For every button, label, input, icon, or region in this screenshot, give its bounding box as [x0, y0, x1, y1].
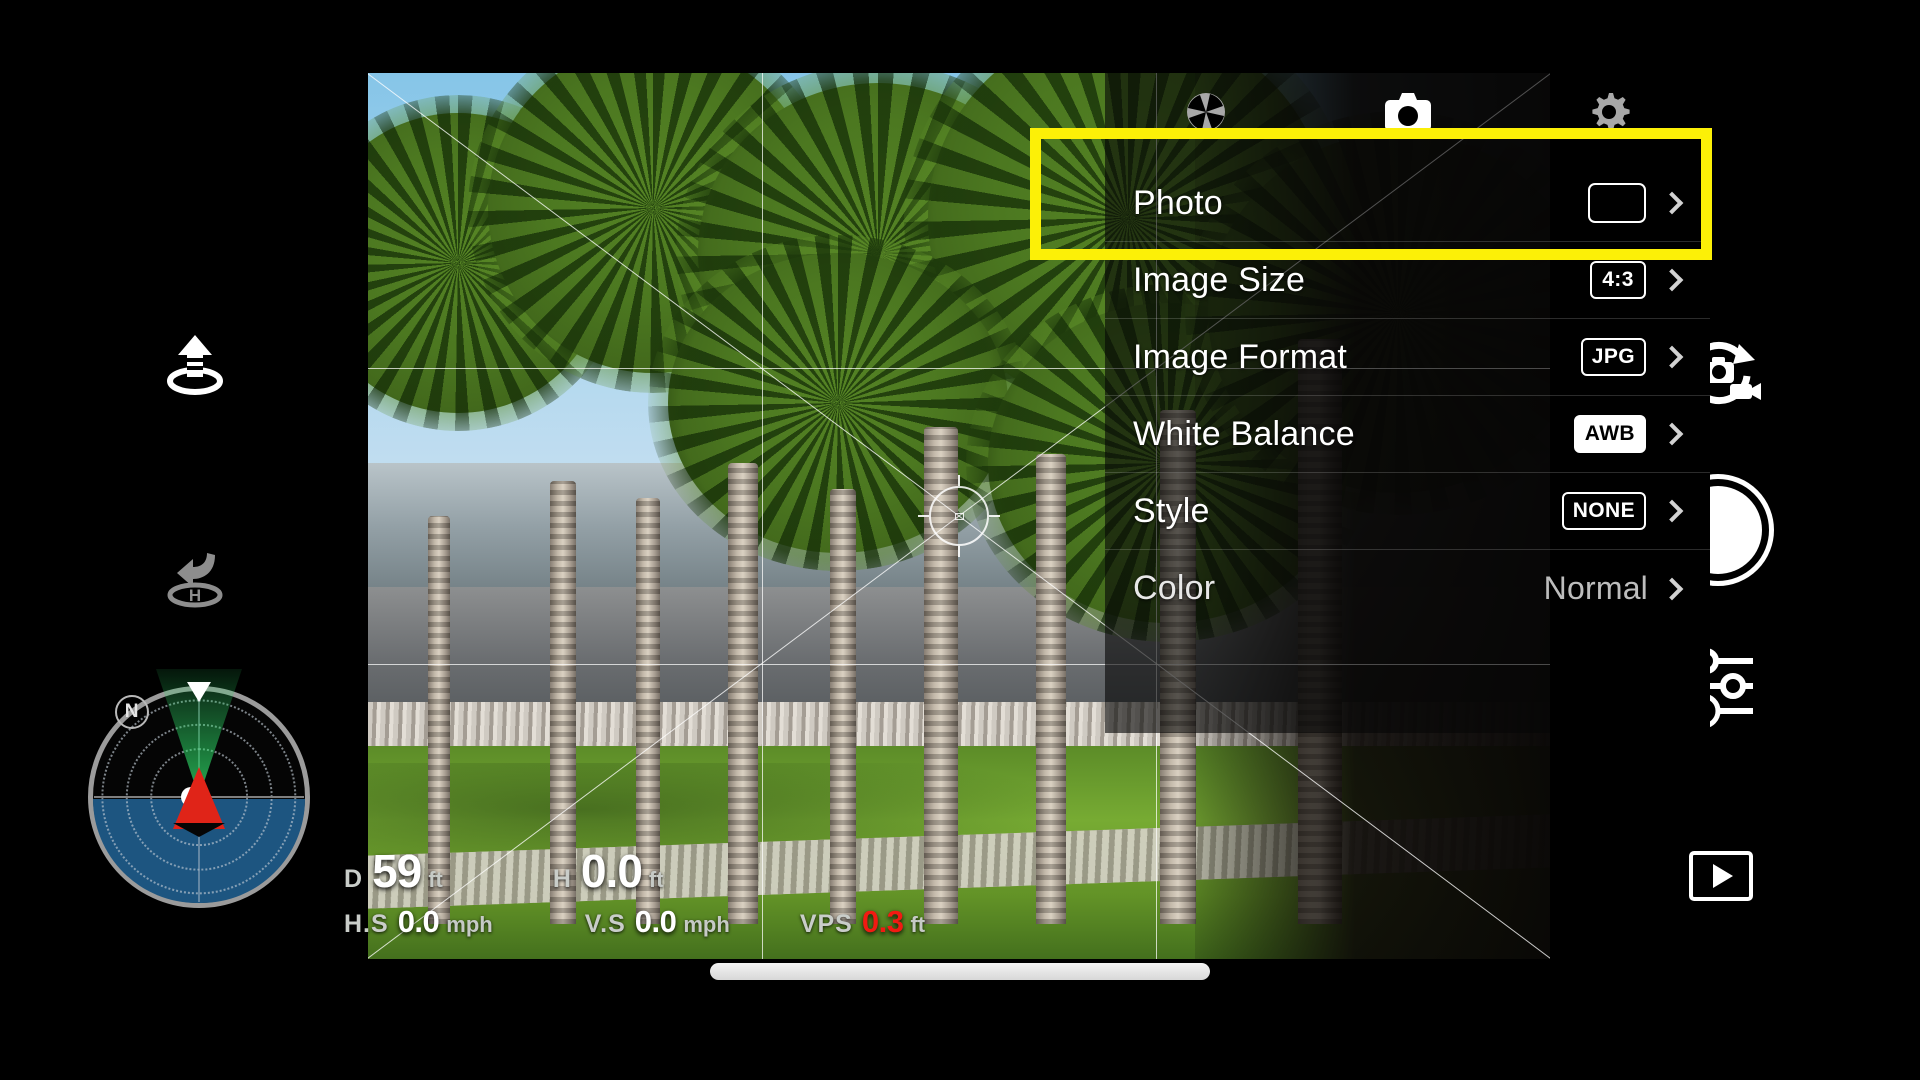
settings-row-image-size[interactable]: Image Size 4:3 [1105, 242, 1710, 319]
style-value[interactable]: NONE [1561, 492, 1646, 530]
settings-row-label: Style [1133, 491, 1210, 530]
playback-icon [1689, 851, 1753, 901]
chevron-right-icon [1660, 499, 1684, 523]
camera-settings-panel: Photo Image Size 4:3 Image Format JPG Wh… [1105, 73, 1710, 733]
palm-trunk [1036, 453, 1066, 924]
palm-trunk [428, 516, 450, 924]
zoom-slider[interactable] [710, 963, 1210, 980]
settings-row-label: Image Format [1133, 337, 1348, 376]
radar-heading-pointer [187, 682, 211, 702]
radar-compass-widget[interactable]: N [88, 669, 310, 908]
image-format-value[interactable]: JPG [1580, 338, 1646, 376]
settings-row-label: White Balance [1133, 414, 1355, 453]
svg-text:H: H [189, 586, 201, 605]
chevron-right-icon [1660, 191, 1684, 215]
tab-settings[interactable] [1508, 73, 1710, 151]
photo-mode-value-box[interactable] [1588, 183, 1646, 223]
palm-trunk [636, 498, 660, 924]
settings-row-color[interactable]: Color Normal [1105, 550, 1710, 627]
tab-photo[interactable] [1307, 73, 1509, 151]
active-tab-indicator [1308, 128, 1437, 136]
camera-tab-bar [1105, 73, 1710, 151]
chevron-right-icon [1660, 422, 1684, 446]
north-indicator: N [114, 694, 149, 729]
play-triangle-icon [1713, 864, 1733, 888]
settings-rows: Photo Image Size 4:3 Image Format JPG Wh… [1105, 165, 1710, 627]
distance-label: D [344, 865, 364, 893]
takeoff-icon [167, 335, 223, 395]
chevron-right-icon [1660, 268, 1684, 292]
settings-row-label: Image Size [1133, 260, 1306, 299]
focus-reticle [918, 475, 1000, 557]
palm-trunk [728, 462, 758, 924]
settings-row-white-balance[interactable]: White Balance AWB [1105, 396, 1710, 473]
palm-trunk [830, 489, 856, 924]
radar-aircraft-marker [173, 767, 225, 829]
settings-row-style[interactable]: Style NONE [1105, 473, 1710, 550]
image-size-value[interactable]: 4:3 [1590, 261, 1646, 299]
return-to-home-icon: H [167, 553, 223, 608]
settings-row-image-format[interactable]: Image Format JPG [1105, 319, 1710, 396]
aperture-icon [1186, 93, 1225, 131]
white-balance-value[interactable]: AWB [1573, 415, 1646, 453]
settings-row-label: Photo [1133, 183, 1223, 222]
palm-trunk [550, 480, 576, 924]
settings-row-photo[interactable]: Photo [1105, 165, 1710, 242]
playback-button[interactable] [1688, 850, 1754, 902]
tab-exposure[interactable] [1105, 73, 1307, 151]
chevron-right-icon [1660, 577, 1684, 600]
chevron-right-icon [1660, 345, 1684, 369]
radar-aircraft-tail [173, 823, 225, 837]
drone-camera-screen: D 59 ft H 0.0 ft H.S 0.0 mph V.S 0.0 mph [0, 0, 1920, 1080]
return-to-home-button[interactable]: H [150, 530, 240, 620]
color-value[interactable]: Normal [1544, 570, 1648, 607]
settings-row-label: Color [1133, 569, 1216, 607]
camera-icon [1384, 93, 1431, 131]
gear-icon [1592, 93, 1630, 131]
takeoff-button[interactable] [150, 320, 240, 410]
